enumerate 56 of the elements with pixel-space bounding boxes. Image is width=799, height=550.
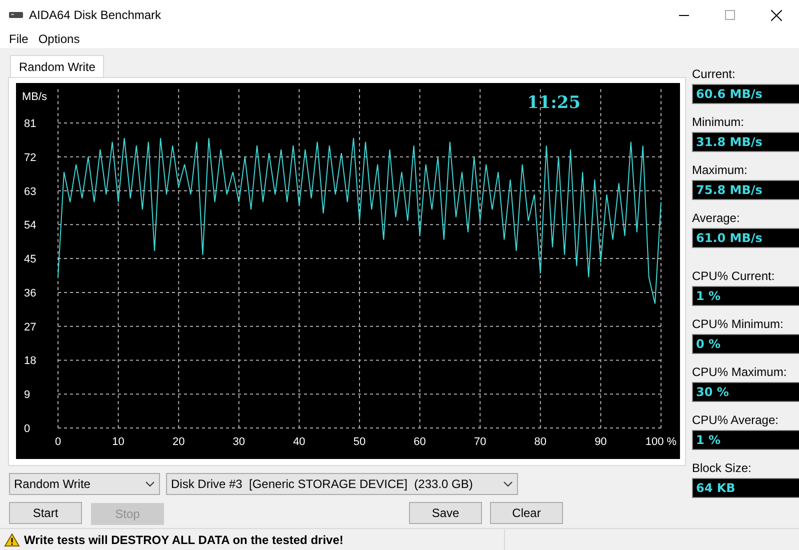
close-icon	[770, 10, 782, 20]
x-tick-label: 10	[112, 436, 124, 448]
menu-item[interactable]: File	[0, 30, 34, 48]
menu-item[interactable]: Options	[33, 30, 85, 48]
stat-value: 64 KB	[692, 478, 799, 498]
y-axis-label: MB/s	[22, 91, 48, 103]
y-tick-label: 36	[24, 287, 36, 300]
x-tick-label: 70	[474, 436, 486, 448]
stat-label: Block Size:	[692, 460, 752, 476]
y-tick-label: 45	[24, 254, 36, 266]
x-tick-label: 80	[534, 436, 547, 448]
status-message: Write tests will DESTROY ALL DATA on the tested drive!	[24, 532, 344, 548]
stat-label: CPU% Maximum:	[692, 364, 788, 380]
y-tick-label: 27	[24, 321, 36, 334]
x-tick-label: 0	[54, 436, 62, 448]
button[interactable]: Clear	[490, 502, 563, 524]
stat-label: CPU% Average:	[692, 412, 780, 428]
y-tick-label: 0	[24, 423, 30, 435]
stat-value: 0 %	[692, 334, 799, 354]
stat-label: CPU% Current:	[692, 268, 776, 284]
window-title: AIDA64 Disk Benchmark	[29, 7, 162, 24]
x-tick-label: 40	[293, 436, 306, 448]
stat-value: 1 %	[692, 430, 799, 450]
stat-value: 75.8 MB/s	[692, 180, 799, 200]
stat-value: 30 %	[692, 382, 799, 402]
y-tick-label: 63	[24, 186, 36, 198]
tab[interactable]: Random Write	[10, 55, 104, 77]
x-tick-label: 60	[414, 436, 426, 448]
stat-label: Average:	[692, 210, 741, 226]
stat-label: CPU% Minimum:	[692, 316, 784, 332]
stat-value: 61.0 MB/s	[692, 228, 799, 248]
x-tick-label: 30	[232, 436, 246, 448]
dropdown[interactable]: Random Write	[9, 473, 160, 495]
x-tick-label: 90	[594, 436, 607, 448]
x-tick-label: 50	[353, 436, 366, 448]
dropdown[interactable]: Disk Drive #3 [Generic STORAGE DEVICE] (233.0 GB)	[166, 473, 518, 495]
y-tick-label: 18	[24, 355, 36, 368]
elapsed-time: 11:25	[527, 93, 581, 113]
stat-label: Minimum:	[692, 114, 746, 130]
stat-value: 31.8 MB/s	[692, 132, 799, 152]
stat-label: Current:	[692, 66, 736, 82]
x-tick-label: 20	[172, 436, 185, 448]
drive-icon	[9, 11, 23, 19]
button[interactable]: Start	[9, 502, 82, 524]
y-tick-label: 81	[24, 118, 36, 130]
y-tick-label: 9	[24, 389, 30, 402]
y-tick-label: 72	[24, 152, 36, 164]
chevron-down-icon	[503, 481, 513, 487]
stat-label: Maximum:	[692, 162, 748, 178]
x-tick-label: 100 %	[645, 436, 677, 448]
warning-icon	[4, 532, 20, 546]
stat-value: 60.6 MB/s	[692, 84, 799, 104]
button[interactable]: Save	[409, 502, 482, 524]
stat-value: 1 %	[692, 286, 799, 306]
y-tick-label: 54	[24, 220, 36, 232]
chevron-down-icon	[145, 481, 155, 487]
